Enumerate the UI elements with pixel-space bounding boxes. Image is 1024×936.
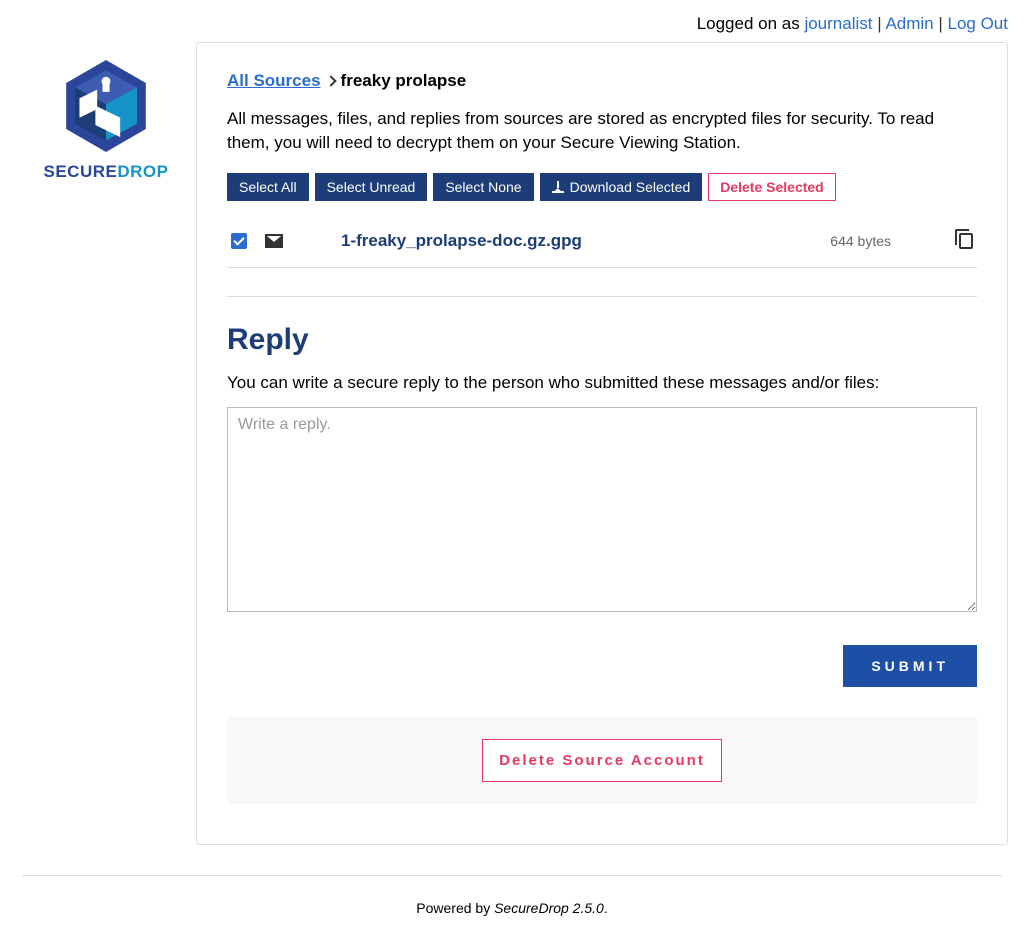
chevron-right-icon	[325, 75, 337, 87]
file-name-link[interactable]: 1-freaky_prolapse-doc.gz.gpg	[341, 231, 812, 251]
logo-text: SECUREDROP	[44, 162, 169, 182]
breadcrumb: All Sources freaky prolapse	[227, 71, 977, 91]
separator: |	[938, 14, 947, 33]
reply-textarea[interactable]	[227, 407, 977, 612]
reply-heading: Reply	[227, 323, 977, 357]
breadcrumb-current: freaky prolapse	[341, 71, 467, 91]
file-size: 644 bytes	[830, 233, 891, 249]
select-unread-button[interactable]: Select Unread	[315, 173, 428, 201]
main-panel: All Sources freaky prolapse All messages…	[196, 42, 1008, 845]
download-selected-button[interactable]: Download Selected	[540, 173, 703, 201]
logout-link[interactable]: Log Out	[948, 14, 1009, 33]
submit-button[interactable]: SUBMIT	[843, 645, 977, 687]
username-link[interactable]: journalist	[804, 14, 872, 33]
select-all-button[interactable]: Select All	[227, 173, 309, 201]
footer-prefix: Powered by	[416, 900, 494, 916]
footer-divider	[22, 875, 1002, 876]
file-list: 1-freaky_prolapse-doc.gz.gpg 644 bytes	[227, 215, 977, 297]
logo-cube-icon	[61, 60, 151, 152]
footer-product: SecureDrop 2.5.0	[494, 900, 604, 916]
select-none-button[interactable]: Select None	[433, 173, 533, 201]
footer: Powered by SecureDrop 2.5.0.	[0, 900, 1024, 936]
delete-source-button[interactable]: Delete Source Account	[482, 739, 722, 782]
action-button-row: Select All Select Unread Select None Dow…	[227, 173, 977, 201]
logged-on-label: Logged on as	[697, 14, 805, 33]
logo: SECUREDROP	[16, 42, 196, 182]
copy-icon[interactable]	[959, 233, 973, 249]
reply-description: You can write a secure reply to the pers…	[227, 373, 977, 393]
topbar: Logged on as journalist | Admin | Log Ou…	[0, 0, 1024, 42]
description-text: All messages, files, and replies from so…	[227, 107, 977, 155]
delete-selected-button[interactable]: Delete Selected	[708, 173, 836, 201]
admin-link[interactable]: Admin	[885, 14, 933, 33]
breadcrumb-all-sources[interactable]: All Sources	[227, 71, 321, 91]
delete-source-zone: Delete Source Account	[227, 717, 977, 804]
mail-icon	[265, 234, 283, 248]
file-checkbox[interactable]	[231, 233, 247, 249]
footer-suffix: .	[604, 900, 608, 916]
file-row: 1-freaky_prolapse-doc.gz.gpg 644 bytes	[227, 215, 977, 268]
